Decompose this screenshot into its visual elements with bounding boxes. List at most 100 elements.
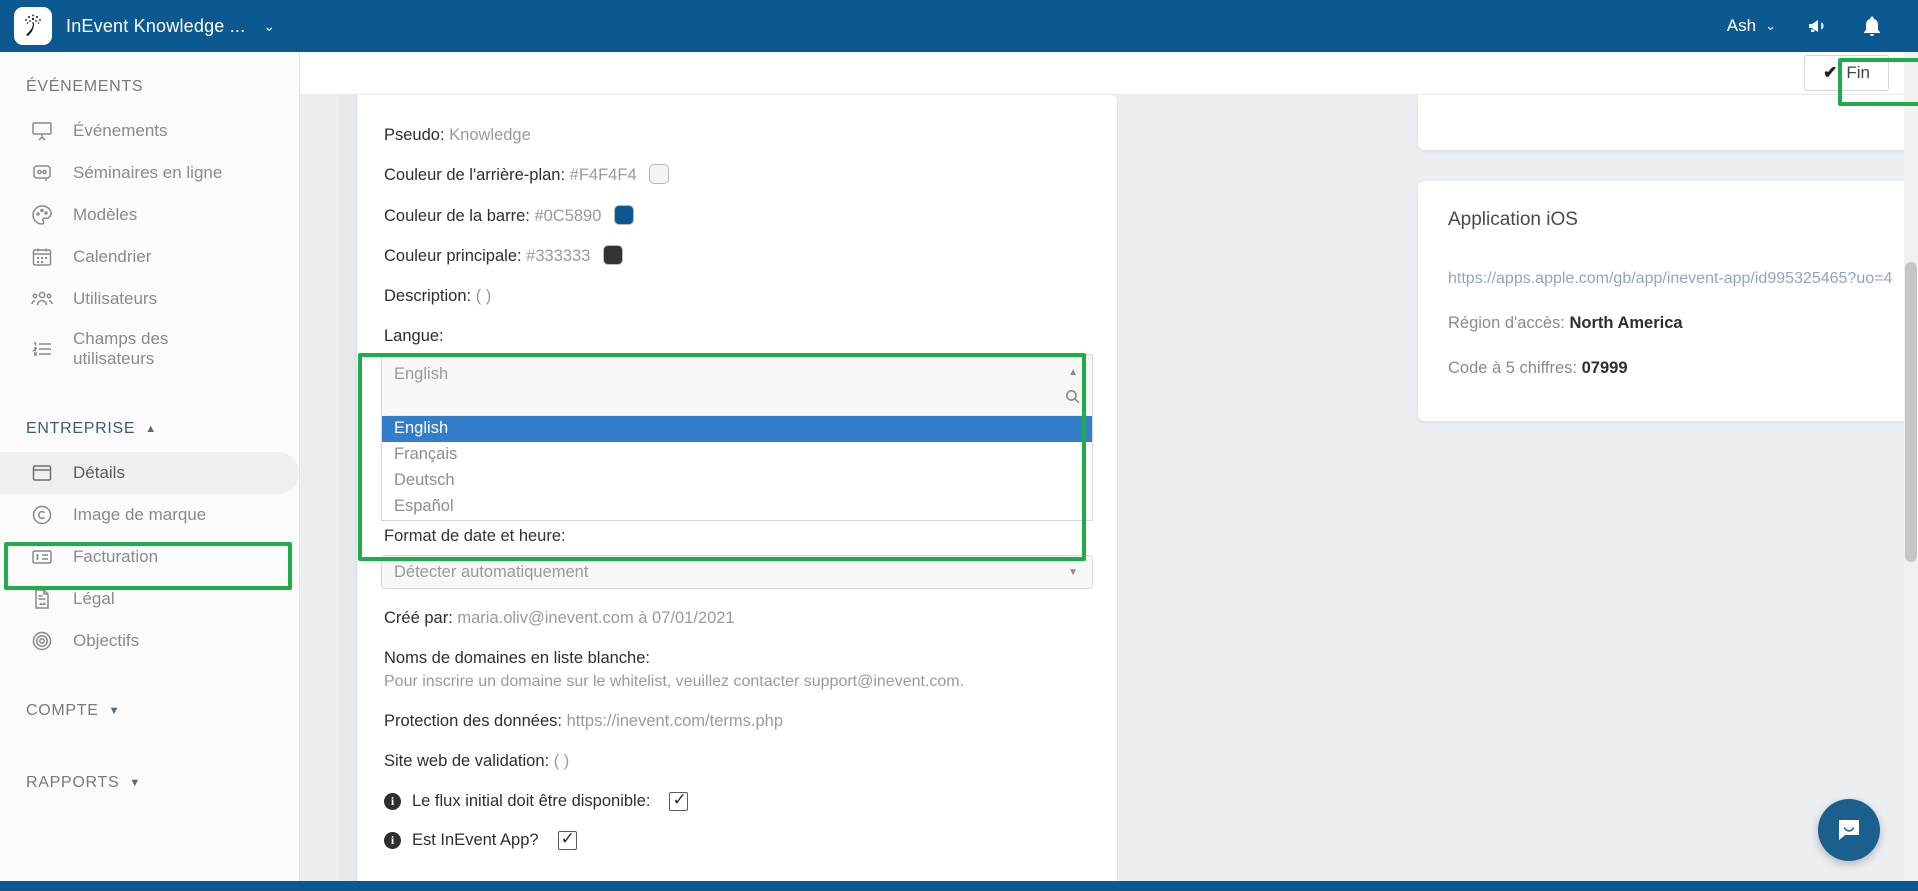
details-form-card: Pseudo: Knowledge Couleur de l'arrière-p…	[357, 95, 1117, 891]
top-bar: InEvent Knowledge ... ⌄ Ash ⌄	[0, 0, 1918, 52]
field-label: Protection des données:	[384, 712, 562, 731]
field-label: Le flux initial doit être disponible:	[412, 791, 651, 810]
field-datetime-format-label: Format de date et heure:	[384, 526, 566, 545]
field-validation-site: Site web de validation: ( )	[381, 741, 1093, 781]
billing-card-icon	[32, 550, 52, 564]
target-icon	[32, 631, 52, 651]
sidebar-item-calendrier[interactable]: Calendrier	[0, 236, 299, 278]
field-initial-feed: i Le flux initial doit être disponible:	[381, 782, 1093, 821]
sidebar-section-compte[interactable]: COMPTE ▼	[0, 662, 299, 734]
sidebar-item-image-de-marque[interactable]: Image de marque	[0, 494, 299, 536]
dropdown-divider	[389, 414, 1085, 416]
right-column: Application iOS https://apps.apple.com/g…	[1418, 95, 1918, 421]
color-swatch-background[interactable]	[649, 164, 670, 185]
list-numbered-icon	[31, 342, 51, 356]
field-label: Code à 5 chiffres:	[1448, 359, 1578, 377]
info-icon[interactable]: i	[384, 792, 401, 810]
search-icon[interactable]	[1064, 388, 1081, 405]
page-scrollbar[interactable]	[1904, 52, 1918, 891]
field-main-color: Couleur principale: #333333	[381, 236, 1093, 276]
finish-button[interactable]: ✔ Fin	[1804, 55, 1889, 91]
sidebar-item-label: Utilisateurs	[73, 288, 158, 308]
field-label: Région d'accès:	[1448, 314, 1565, 332]
field-data-protection: Protection des données: https://inevent.…	[381, 701, 1093, 741]
right-card-partial	[1418, 95, 1918, 150]
sidebar-section-rapports[interactable]: RAPPORTS ▼	[0, 734, 299, 806]
language-option-deutsch[interactable]: Deutsch	[382, 468, 1092, 494]
brand-zone[interactable]: InEvent Knowledge ... ⌄	[0, 0, 300, 52]
sidebar-item-label: Événements	[73, 120, 168, 140]
megaphone-icon[interactable]	[1806, 14, 1830, 38]
field-label: Description:	[384, 287, 472, 306]
chat-launcher-button[interactable]	[1818, 799, 1880, 861]
color-swatch-bar[interactable]	[614, 204, 635, 225]
datetime-format-value: Détecter automatiquement	[394, 562, 589, 581]
field-value: maria.oliv@inevent.com à 07/01/2021	[457, 608, 735, 627]
field-label: Couleur de la barre:	[384, 206, 530, 225]
language-dropdown-control[interactable]: English ▲	[381, 353, 1093, 416]
sidebar-item-facturation[interactable]: Facturation	[0, 536, 299, 578]
sidebar-item-evenements[interactable]: Événements	[0, 110, 299, 152]
sidebar-item-modeles[interactable]: Modèles	[0, 194, 299, 236]
whitelist-note: Pour inscrire un domaine sur le whitelis…	[384, 673, 965, 691]
sidebar-item-objectifs[interactable]: Objectifs	[0, 620, 299, 662]
sidebar-item-label: Champs des utilisateurs	[73, 329, 169, 369]
sidebar-item-details[interactable]: Détails	[0, 452, 299, 495]
chevron-down-icon: ▼	[1068, 566, 1078, 578]
field-value: #333333	[526, 246, 591, 265]
color-swatch-main[interactable]	[603, 244, 624, 265]
sidebar-item-label: Séminaires en ligne	[73, 162, 223, 182]
sidebar-item-label: Facturation	[73, 547, 159, 567]
initial-feed-checkbox[interactable]	[669, 790, 689, 811]
sidebar-item-label: Image de marque	[73, 505, 207, 525]
user-menu[interactable]: Ash ⌄	[1727, 16, 1776, 36]
option-label: English	[394, 419, 449, 438]
finish-button-label: Fin	[1846, 63, 1870, 82]
scrollbar-thumb[interactable]	[1905, 262, 1917, 562]
field-value[interactable]: https://inevent.com/terms.php	[567, 712, 783, 730]
field-label: Couleur principale:	[384, 246, 522, 265]
bell-icon[interactable]	[1860, 14, 1884, 38]
option-label: Español	[394, 497, 454, 516]
sidebar: ÉVÉNEMENTS Événements Séminaires en lign…	[0, 52, 300, 891]
dandelion-logo-icon	[25, 14, 41, 36]
sidebar-item-utilisateurs[interactable]: Utilisateurs	[0, 278, 299, 320]
field-is-inevent-app: i Est InEvent App?	[381, 821, 1093, 860]
language-option-english[interactable]: English	[382, 415, 1092, 442]
field-bar-color: Couleur de la barre: #0C5890	[381, 196, 1093, 236]
sidebar-item-label: Objectifs	[73, 631, 140, 651]
field-label: Noms de domaines en liste blanche:	[384, 648, 650, 667]
sidebar-item-label: Détails	[73, 463, 125, 483]
palette-icon	[32, 205, 52, 225]
datetime-format-select[interactable]: Détecter automatiquement ▼	[381, 554, 1093, 589]
copyright-icon	[32, 505, 52, 525]
field-label: Est InEvent App?	[412, 830, 539, 849]
field-value: #0C5890	[534, 206, 602, 225]
field-whitelist-label: Noms de domaines en liste blanche:	[381, 638, 1093, 669]
info-icon[interactable]: i	[384, 831, 401, 849]
chevron-down-icon: ▼	[129, 777, 141, 790]
sidebar-item-legal[interactable]: Légal	[0, 578, 299, 620]
chevron-down-icon[interactable]: ⌄	[263, 18, 275, 35]
is-inevent-app-checkbox[interactable]	[557, 829, 577, 850]
ios-app-card: Application iOS https://apps.apple.com/g…	[1418, 181, 1918, 421]
field-label: Langue:	[384, 327, 444, 346]
language-selected-value: English	[394, 364, 449, 383]
language-option-espanol[interactable]: Español	[382, 494, 1092, 520]
sidebar-section-label: RAPPORTS	[26, 774, 120, 792]
language-dropdown[interactable]: English ▲ English Français Deutsch Españ…	[381, 353, 1093, 521]
language-option-francais[interactable]: Français	[382, 442, 1092, 468]
check-icon: ✔	[1823, 63, 1838, 82]
sidebar-section-entreprise[interactable]: ENTREPRISE ▲	[0, 378, 299, 452]
ios-store-link[interactable]: https://apps.apple.com/gb/app/inevent-ap…	[1448, 270, 1918, 314]
field-label: Créé par:	[384, 608, 453, 627]
sidebar-item-seminaires-en-ligne[interactable]: Séminaires en ligne	[0, 152, 299, 194]
sidebar-item-champs-des-utilisateurs[interactable]: Champs des utilisateurs	[0, 320, 299, 378]
sidebar-section-label: ENTREPRISE	[26, 420, 136, 438]
workspace: Pseudo: Knowledge Couleur de l'arrière-p…	[300, 95, 1918, 891]
chevron-up-icon[interactable]: ▲	[1068, 367, 1078, 378]
sidebar-item-label: Légal	[73, 589, 115, 609]
window-icon	[32, 465, 52, 481]
bottom-strip	[0, 881, 1918, 891]
app-logo	[14, 7, 52, 45]
